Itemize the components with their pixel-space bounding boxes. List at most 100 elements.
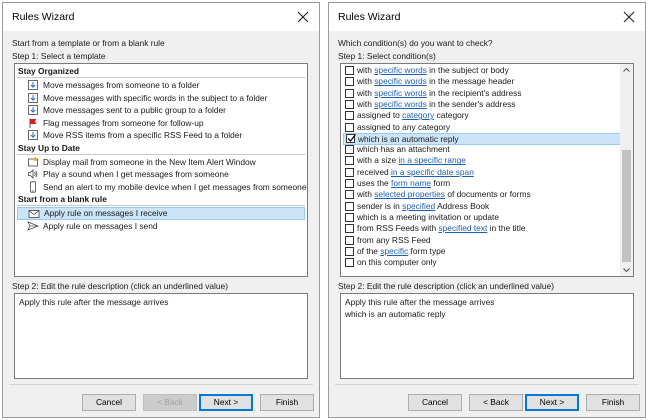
template-label: Flag messages from someone for follow-up [43, 117, 204, 128]
condition-checkbox[interactable] [345, 235, 354, 245]
condition-item[interactable]: on this computer only [343, 257, 621, 268]
condition-checkbox[interactable] [345, 179, 354, 188]
template-item[interactable]: Display mail from someone in the New Ite… [17, 156, 305, 168]
condition-item[interactable]: which has an attachment [343, 144, 621, 155]
window-title: Rules Wizard [12, 11, 75, 23]
window-title: Rules Wizard [338, 11, 401, 23]
condition-checkbox[interactable] [345, 156, 354, 166]
condition-item[interactable]: from RSS Feeds with specified text in th… [343, 223, 621, 234]
condition-text: with specific words in the sender's addr… [357, 99, 516, 110]
condition-checkbox[interactable] [345, 258, 354, 268]
step1-label: Step 1: Select condition(s) [338, 51, 436, 61]
condition-value-link[interactable]: specific words [374, 76, 427, 86]
condition-item[interactable]: which is an automatic reply [343, 132, 621, 145]
condition-item[interactable]: which is a meeting invitation or update [343, 212, 621, 223]
condition-item[interactable]: with a size in a specific range [343, 155, 621, 166]
close-icon[interactable] [293, 7, 313, 27]
template-label: Move messages sent to a public group to … [43, 105, 226, 115]
template-list[interactable]: Stay Organized Move messages from someone… [14, 63, 308, 277]
cancel-button[interactable]: Cancel [408, 394, 462, 411]
condition-checkbox[interactable] [345, 111, 354, 121]
condition-item[interactable]: sender is in specified Address Book [343, 201, 621, 212]
move-to-folder-icon [27, 92, 39, 104]
condition-text-part: form type [408, 245, 446, 256]
condition-checkbox[interactable] [345, 246, 354, 256]
back-button[interactable]: < Back [143, 394, 197, 411]
template-item[interactable]: Apply rule on messages I receive [17, 207, 305, 220]
condition-item[interactable]: uses the form name form [343, 178, 621, 189]
close-icon[interactable] [619, 7, 639, 27]
scroll-down-icon[interactable] [620, 264, 633, 276]
group-divider [17, 205, 305, 206]
next-button[interactable]: Next > [525, 394, 579, 411]
template-label: Display mail from someone in the New Ite… [43, 156, 256, 167]
scroll-up-icon[interactable] [620, 64, 633, 76]
condition-checkbox[interactable] [345, 212, 354, 222]
conditions-list[interactable]: on this computer only of the specific for… [340, 63, 634, 277]
condition-item[interactable]: from any RSS Feed [343, 235, 621, 246]
condition-text-part: with [357, 87, 375, 98]
template-label: Apply rule on messages I receive [44, 208, 168, 218]
condition-checkbox[interactable] [345, 190, 354, 200]
condition-text: with selected properties of documents or… [357, 189, 531, 200]
condition-item[interactable]: received in a specific date span [343, 167, 621, 178]
condition-text: with a size in a specific range [357, 155, 466, 166]
condition-checkbox[interactable] [345, 201, 354, 211]
condition-item[interactable]: with selected properties of documents or… [343, 189, 621, 200]
condition-checkbox[interactable] [346, 133, 357, 143]
condition-checkbox[interactable] [345, 88, 354, 98]
divider [9, 384, 313, 385]
cancel-button[interactable]: Cancel [82, 394, 136, 411]
condition-value-link[interactable]: specified [402, 201, 435, 211]
description-line: Apply this rule after the message arrive… [345, 297, 495, 307]
condition-value-link[interactable]: in a specific range [398, 155, 466, 165]
condition-item[interactable]: with specific words in the recipient's a… [343, 88, 621, 99]
template-label: Apply rule on messages I send [43, 220, 158, 231]
condition-item[interactable]: with specific words in the sender's addr… [343, 99, 621, 110]
template-item[interactable]: Move messages with specific words in the… [17, 92, 305, 104]
template-item[interactable]: Move messages from someone to a folder [17, 79, 305, 91]
condition-checkbox[interactable] [345, 122, 354, 132]
scroll-thumb[interactable] [622, 150, 631, 262]
rule-description-box[interactable]: Apply this rule after the message arrive… [14, 293, 308, 379]
condition-text: assigned to any category [357, 122, 450, 133]
template-item[interactable]: Play a sound when I get messages from so… [17, 168, 305, 180]
conditions-scrollbar[interactable] [620, 64, 633, 276]
condition-value-link[interactable]: specific [380, 246, 408, 256]
condition-value-link[interactable]: specific words [374, 99, 427, 109]
new-item-alert-icon [27, 156, 39, 168]
condition-checkbox[interactable] [345, 77, 354, 87]
template-item[interactable]: Move RSS items from a specific RSS Feed … [17, 129, 305, 141]
finish-button[interactable]: Finish [586, 394, 640, 411]
condition-checkbox[interactable] [345, 224, 354, 234]
condition-checkbox[interactable] [345, 99, 354, 109]
condition-value-link[interactable]: specific words [374, 65, 427, 75]
next-button[interactable]: Next > [199, 394, 253, 411]
template-item[interactable]: Move messages sent to a public group to … [17, 104, 305, 116]
condition-item[interactable]: of the specific form type [343, 246, 621, 257]
condition-text-part: form [431, 178, 451, 188]
condition-checkbox[interactable] [345, 145, 354, 155]
condition-item[interactable]: assigned to any category [343, 122, 621, 133]
condition-value-link[interactable]: selected properties [374, 189, 445, 199]
condition-item[interactable]: with specific words in the message heade… [343, 76, 621, 87]
condition-value-link[interactable]: specific words [374, 88, 427, 98]
condition-value-link[interactable]: in a specific date span [391, 167, 474, 177]
template-item[interactable]: Apply rule on messages I send [17, 220, 305, 232]
rule-description-box[interactable]: Apply this rule after the message arrive… [340, 293, 634, 379]
condition-text-part: which is an automatic reply [358, 133, 459, 144]
back-button[interactable]: < Back [469, 394, 523, 411]
condition-value-link[interactable]: form name [391, 178, 431, 188]
condition-item[interactable]: assigned to category category [343, 110, 621, 121]
condition-checkbox[interactable] [345, 167, 354, 177]
template-item[interactable]: Flag messages from someone for follow-up [17, 117, 305, 129]
condition-value-link[interactable]: category [402, 110, 434, 120]
template-item[interactable]: Send an alert to my mobile device when I… [17, 180, 306, 193]
condition-value-link[interactable]: specified text [438, 223, 487, 233]
description-line: Apply this rule after the message arrive… [19, 297, 169, 307]
condition-item[interactable]: with specific words in the subject or bo… [343, 65, 621, 76]
rules-wizard-dialog-conditions: Rules Wizard Which condition(s) do you w… [328, 2, 646, 418]
condition-text-part: on this computer only [357, 257, 437, 268]
condition-checkbox[interactable] [345, 66, 354, 75]
finish-button[interactable]: Finish [260, 394, 314, 411]
